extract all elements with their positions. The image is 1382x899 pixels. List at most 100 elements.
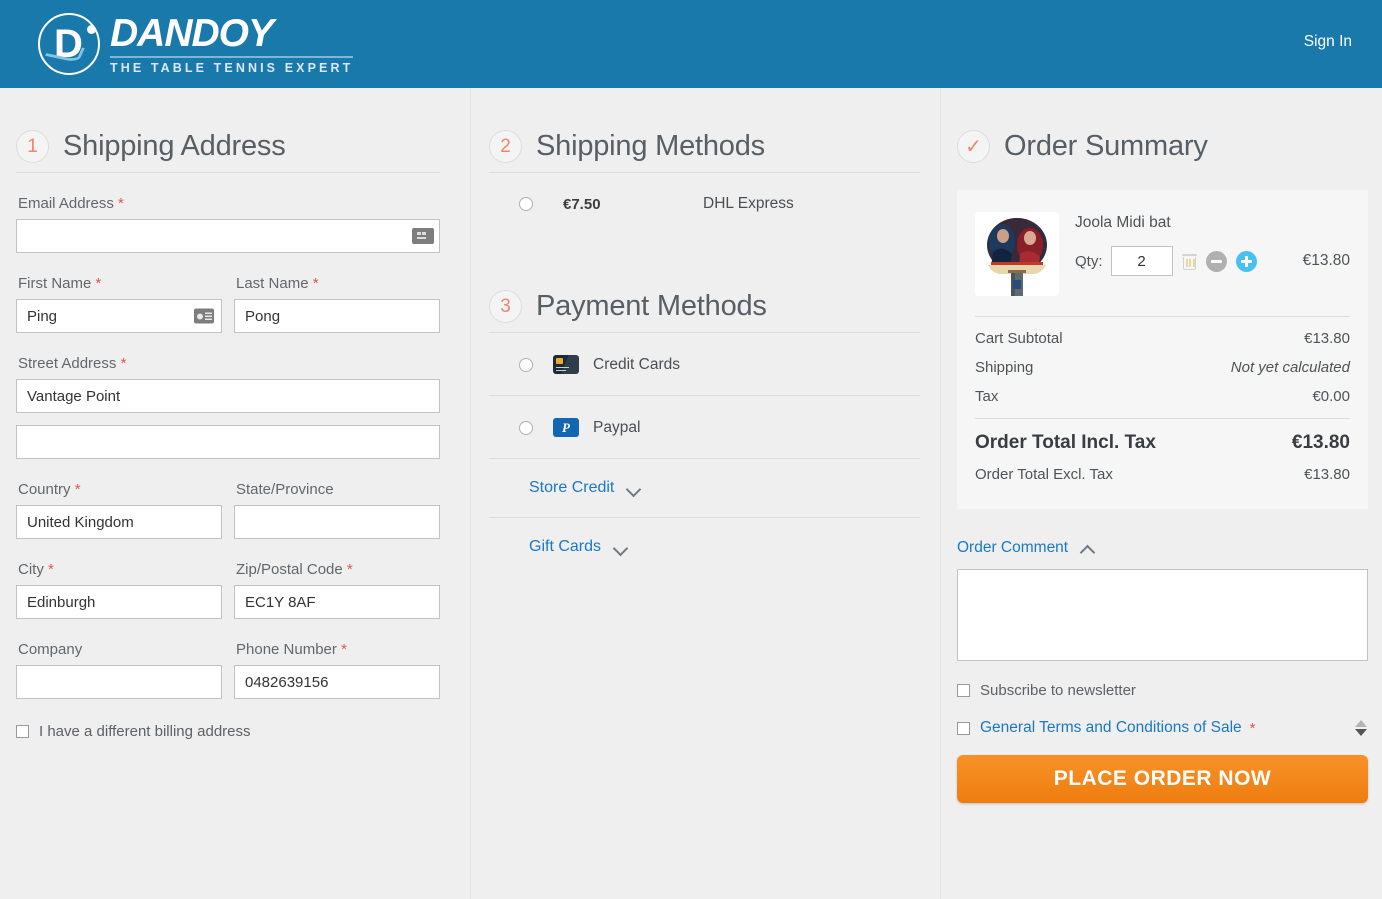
credit-cards-label: Credit Cards <box>593 355 680 373</box>
city-label-text: City <box>18 561 44 578</box>
zip-input[interactable] <box>234 585 440 619</box>
order-summary-card: Joola Midi bat Qty: €13.80 Cart <box>957 190 1368 509</box>
tax-value: €0.00 <box>1312 388 1350 405</box>
street-address-input-2[interactable] <box>16 425 440 459</box>
email-required-marker: * <box>118 195 124 212</box>
payment-methods-header: 3 Payment Methods <box>489 290 920 333</box>
step-badge-2: 2 <box>489 130 522 163</box>
store-credit-toggle[interactable]: Store Credit <box>489 459 920 518</box>
subtotal-label: Cart Subtotal <box>975 330 1063 347</box>
phone-input[interactable] <box>234 665 440 699</box>
payment-methods-title: Payment Methods <box>536 290 767 322</box>
state-label: State/Province <box>236 481 440 498</box>
order-total-incl-value: €13.80 <box>1291 432 1350 453</box>
methods-column: 2 Shipping Methods €7.50 DHL Express 3 P… <box>470 88 940 899</box>
logo-dot-icon <box>87 25 96 34</box>
phone-label-text: Phone Number <box>236 641 337 658</box>
phone-label: Phone Number * <box>236 641 440 658</box>
place-order-button[interactable]: PLACE ORDER NOW <box>957 755 1368 803</box>
billing-address-checkbox[interactable] <box>16 725 29 738</box>
remove-item-trash-icon[interactable] <box>1181 253 1197 270</box>
newsletter-checkbox-row[interactable]: Subscribe to newsletter <box>957 682 1368 699</box>
state-input[interactable] <box>234 505 440 539</box>
terms-row: General Terms and Conditions of Sale * <box>957 717 1368 739</box>
company-label-text: Company <box>18 641 83 658</box>
state-label-text: State/Province <box>236 481 334 498</box>
credit-cards-radio[interactable] <box>519 357 533 372</box>
checkout-content: 1 Shipping Address Email Address * First… <box>0 88 1382 899</box>
spinner-up-arrow-icon <box>1355 720 1367 727</box>
email-label-text: Email Address <box>18 195 114 212</box>
step-badge-check-icon: ✓ <box>957 130 990 163</box>
product-thumbnail <box>975 212 1059 296</box>
paypal-label: Paypal <box>593 418 641 436</box>
first-name-input[interactable] <box>16 299 222 333</box>
company-input[interactable] <box>16 665 222 699</box>
site-logo[interactable]: D DANDOY THE TABLE TENNIS EXPERT <box>38 13 354 75</box>
order-summary-header: ✓ Order Summary <box>957 88 1368 172</box>
tax-label: Tax <box>975 388 999 405</box>
newsletter-checkbox-label: Subscribe to newsletter <box>980 682 1136 699</box>
totals-list: Cart Subtotal €13.80 Shipping Not yet ca… <box>975 316 1350 489</box>
sign-in-link[interactable]: Sign In <box>1304 33 1352 51</box>
terms-required-marker: * <box>1249 719 1256 737</box>
chevron-up-icon <box>1081 542 1094 555</box>
city-input[interactable] <box>16 585 222 619</box>
billing-address-checkbox-row[interactable]: I have a different billing address <box>16 723 440 740</box>
zip-label: Zip/Postal Code * <box>236 561 440 578</box>
last-name-input[interactable] <box>234 299 440 333</box>
terms-link[interactable]: General Terms and Conditions of Sale <box>980 719 1242 737</box>
shipping-address-header: 1 Shipping Address <box>16 88 440 173</box>
autofill-contact-icon[interactable] <box>194 308 214 324</box>
newsletter-checkbox[interactable] <box>957 684 970 697</box>
paypal-radio[interactable] <box>519 420 533 435</box>
payment-option-paypal[interactable]: P Paypal <box>489 396 920 459</box>
terms-checkbox[interactable] <box>957 721 970 735</box>
first-name-label: First Name * <box>18 275 222 292</box>
email-label: Email Address * <box>18 195 440 212</box>
store-credit-label: Store Credit <box>529 479 615 496</box>
order-comment-toggle[interactable]: Order Comment <box>957 539 1368 557</box>
phone-required-marker: * <box>341 641 347 658</box>
company-label: Company <box>18 641 222 658</box>
step-badge-1: 1 <box>16 130 49 163</box>
street-address-required-marker: * <box>120 355 127 372</box>
shipping-address-column: 1 Shipping Address Email Address * First… <box>0 88 470 899</box>
order-summary-title: Order Summary <box>1004 130 1208 162</box>
terms-scroll-spinner[interactable] <box>1354 717 1368 739</box>
order-total-excl-value: €13.80 <box>1304 466 1350 483</box>
email-input[interactable] <box>16 219 440 253</box>
paypal-glyph: P <box>562 420 570 435</box>
gift-cards-toggle[interactable]: Gift Cards <box>489 518 920 576</box>
order-comment-textarea[interactable] <box>957 569 1368 661</box>
increase-quantity-icon[interactable] <box>1235 250 1257 272</box>
payment-option-credit-cards[interactable]: Credit Cards <box>489 333 920 396</box>
spinner-down-arrow-icon <box>1355 729 1367 736</box>
shipping-methods-title: Shipping Methods <box>536 130 765 162</box>
subtotal-value: €13.80 <box>1304 330 1350 347</box>
street-address-input-1[interactable] <box>16 379 440 413</box>
decrease-quantity-icon[interactable] <box>1205 250 1227 272</box>
gift-cards-label: Gift Cards <box>529 538 602 555</box>
last-name-label-text: Last Name <box>236 275 309 292</box>
quantity-input[interactable] <box>1110 246 1173 276</box>
shipping-option-radio[interactable] <box>519 197 533 211</box>
shipping-option-name: DHL Express <box>703 195 794 212</box>
logo-tagline: THE TABLE TENNIS EXPERT <box>110 55 354 75</box>
street-address-label-text: Street Address <box>18 355 117 372</box>
country-select[interactable] <box>16 505 222 539</box>
step-badge-3: 3 <box>489 290 522 323</box>
autofill-password-icon[interactable] <box>412 228 434 244</box>
city-required-marker: * <box>48 561 54 578</box>
logo-mark-icon: D <box>38 13 100 75</box>
street-address-label: Street Address * <box>18 355 440 372</box>
last-name-required-marker: * <box>312 275 319 292</box>
shipping-address-title: Shipping Address <box>63 130 286 162</box>
total-row-subtotal: Cart Subtotal €13.80 <box>975 316 1350 353</box>
quantity-label: Qty: <box>1075 252 1103 270</box>
shipping-option-row[interactable]: €7.50 DHL Express <box>489 173 920 234</box>
order-total-excl-label: Order Total Excl. Tax <box>975 466 1113 483</box>
site-header: D DANDOY THE TABLE TENNIS EXPERT Sign In <box>0 0 1382 88</box>
table-tennis-bat-image <box>975 212 1059 296</box>
total-row-tax: Tax €0.00 <box>975 382 1350 419</box>
